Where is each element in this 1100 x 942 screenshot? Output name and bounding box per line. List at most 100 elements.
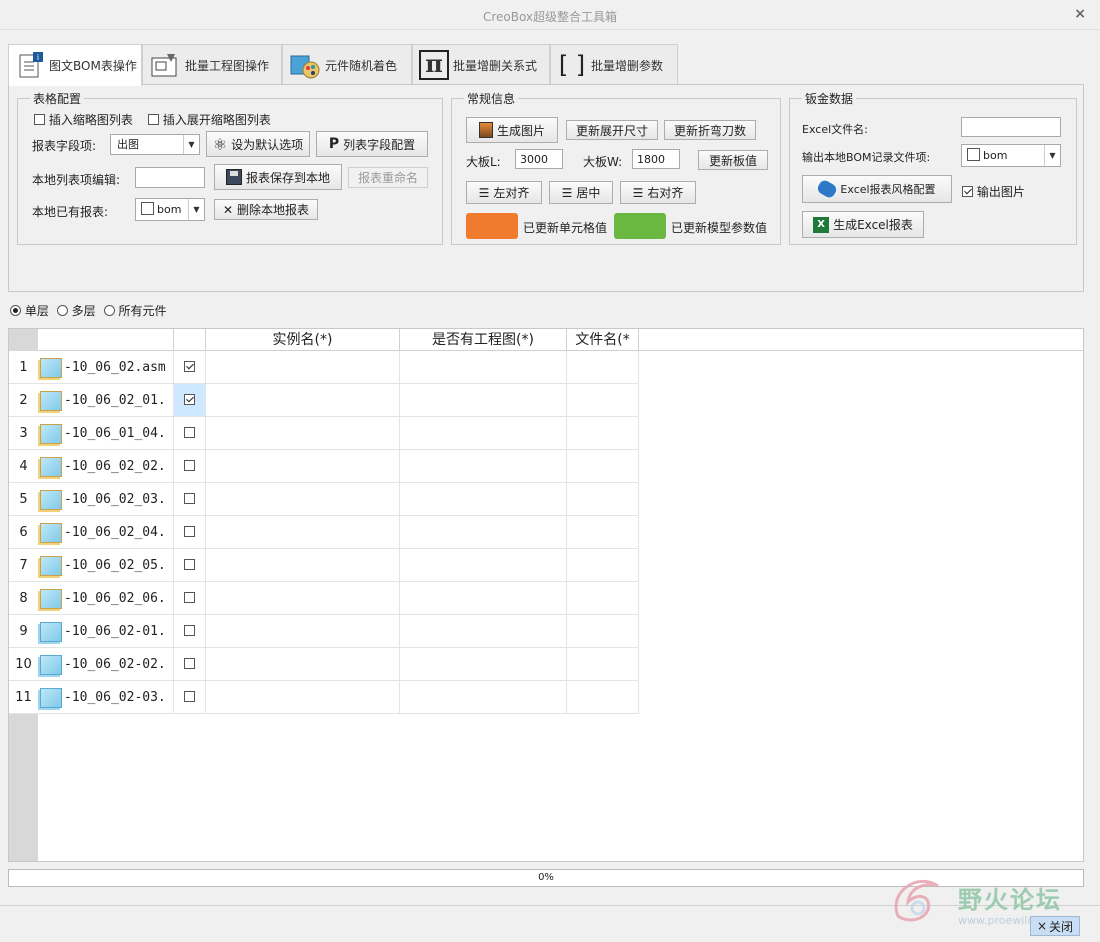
- filename-cell[interactable]: [567, 549, 639, 582]
- drawing-checkbox-cell[interactable]: [174, 615, 206, 648]
- table-row[interactable]: -10_06_02_06.: [38, 582, 174, 615]
- board-l-input[interactable]: 3000: [515, 149, 563, 169]
- tab-bom[interactable]: i 图文BOM表操作: [8, 44, 142, 86]
- checkbox[interactable]: [184, 526, 195, 537]
- drawing-checkbox-cell[interactable]: [174, 681, 206, 714]
- row-number[interactable]: 2: [9, 384, 38, 417]
- insert-thumb-checkbox[interactable]: 插入缩略图列表: [34, 111, 133, 128]
- checkbox-box[interactable]: [962, 186, 973, 197]
- radio-multi[interactable]: 多层: [56, 302, 96, 319]
- checkbox[interactable]: [184, 691, 195, 702]
- drawing-checkbox-cell[interactable]: [174, 516, 206, 549]
- align-left-button[interactable]: ☰ 左对齐: [466, 181, 542, 204]
- column-header-has-drawing[interactable]: 是否有工程图(*): [400, 329, 567, 351]
- radio-single[interactable]: 单层: [10, 302, 49, 319]
- row-number[interactable]: 4: [9, 450, 38, 483]
- align-right-button[interactable]: ☰ 右对齐: [620, 181, 696, 204]
- set-default-button[interactable]: ⚛ 设为默认选项: [206, 131, 310, 157]
- row-number[interactable]: 7: [9, 549, 38, 582]
- has-drawing-cell[interactable]: [400, 351, 567, 384]
- table-row[interactable]: -10_06_02_05.: [38, 549, 174, 582]
- has-drawing-cell[interactable]: [400, 681, 567, 714]
- update-bend-button[interactable]: 更新折弯刀数: [664, 120, 756, 140]
- instance-cell[interactable]: [206, 516, 400, 549]
- local-edit-input[interactable]: [135, 167, 205, 188]
- filename-cell[interactable]: [567, 582, 639, 615]
- checkbox[interactable]: [184, 394, 195, 405]
- instance-cell[interactable]: [206, 351, 400, 384]
- field-config-button[interactable]: P 列表字段配置: [316, 131, 428, 157]
- align-center-button[interactable]: ☰ 居中: [549, 181, 613, 204]
- filename-cell[interactable]: [567, 516, 639, 549]
- drawing-checkbox-cell[interactable]: [174, 483, 206, 516]
- checkbox[interactable]: [184, 658, 195, 669]
- checkbox[interactable]: [184, 493, 195, 504]
- row-number[interactable]: 6: [9, 516, 38, 549]
- drawing-checkbox-cell[interactable]: [174, 549, 206, 582]
- table-row[interactable]: -10_06_01_04.: [38, 417, 174, 450]
- close-icon[interactable]: ×: [1074, 6, 1086, 22]
- table-row[interactable]: -10_06_02-01.: [38, 615, 174, 648]
- instance-cell[interactable]: [206, 615, 400, 648]
- column-header-instance[interactable]: 实例名(*): [206, 329, 400, 351]
- has-drawing-cell[interactable]: [400, 582, 567, 615]
- row-number[interactable]: 3: [9, 417, 38, 450]
- chevron-down-icon[interactable]: ▼: [1044, 145, 1060, 166]
- tab-relations[interactable]: π 批量增删关系式: [412, 44, 550, 85]
- instance-cell[interactable]: [206, 681, 400, 714]
- gen-excel-button[interactable]: X 生成Excel报表: [802, 211, 924, 238]
- filename-cell[interactable]: [567, 450, 639, 483]
- rename-button[interactable]: 报表重命名: [348, 167, 428, 188]
- drawing-checkbox-cell[interactable]: [174, 417, 206, 450]
- instance-cell[interactable]: [206, 384, 400, 417]
- close-button[interactable]: × 关闭: [1030, 916, 1080, 936]
- save-local-button[interactable]: 报表保存到本地: [214, 164, 342, 190]
- row-number[interactable]: 1: [9, 351, 38, 384]
- drawing-checkbox-cell[interactable]: [174, 351, 206, 384]
- row-number[interactable]: 8: [9, 582, 38, 615]
- output-bom-select[interactable]: bom ▼: [961, 144, 1061, 167]
- checkbox[interactable]: [184, 361, 195, 372]
- existing-select[interactable]: bom ▼: [135, 198, 205, 221]
- has-drawing-cell[interactable]: [400, 615, 567, 648]
- table-row[interactable]: -10_06_02_01.: [38, 384, 174, 417]
- filename-cell[interactable]: [567, 417, 639, 450]
- has-drawing-cell[interactable]: [400, 450, 567, 483]
- checkbox-box[interactable]: [34, 114, 45, 125]
- gen-image-button[interactable]: 生成图片: [466, 117, 558, 143]
- row-number[interactable]: 5: [9, 483, 38, 516]
- instance-cell[interactable]: [206, 483, 400, 516]
- delete-local-button[interactable]: ✕ 删除本地报表: [214, 199, 318, 220]
- update-unfold-button[interactable]: 更新展开尺寸: [566, 120, 658, 140]
- column-header-filename[interactable]: 文件名(*: [567, 329, 639, 351]
- drawing-checkbox-cell[interactable]: [174, 384, 206, 417]
- radio-all[interactable]: 所有元件: [103, 302, 167, 319]
- has-drawing-cell[interactable]: [400, 483, 567, 516]
- table-row[interactable]: -10_06_02_02.: [38, 450, 174, 483]
- row-number[interactable]: 10: [9, 648, 38, 681]
- field-select[interactable]: 出图 ▼: [110, 134, 200, 155]
- table-row[interactable]: -10_06_02-02.: [38, 648, 174, 681]
- tab-drawing[interactable]: 批量工程图操作: [142, 44, 282, 85]
- table-row[interactable]: -10_06_02-03.: [38, 681, 174, 714]
- drawing-checkbox-cell[interactable]: [174, 582, 206, 615]
- row-number[interactable]: 11: [9, 681, 38, 714]
- chevron-down-icon[interactable]: ▼: [188, 199, 204, 220]
- tab-color[interactable]: 元件随机着色: [282, 44, 412, 85]
- filename-cell[interactable]: [567, 615, 639, 648]
- table-row[interactable]: -10_06_02.asm: [38, 351, 174, 384]
- filename-cell[interactable]: [567, 351, 639, 384]
- drawing-checkbox-cell[interactable]: [174, 648, 206, 681]
- checkbox[interactable]: [184, 559, 195, 570]
- filename-cell[interactable]: [567, 483, 639, 516]
- filename-cell[interactable]: [567, 384, 639, 417]
- row-number[interactable]: 9: [9, 615, 38, 648]
- update-board-button[interactable]: 更新板值: [698, 150, 768, 170]
- insert-expanded-checkbox[interactable]: 插入展开缩略图列表: [148, 111, 271, 128]
- chevron-down-icon[interactable]: ▼: [183, 135, 199, 154]
- instance-cell[interactable]: [206, 582, 400, 615]
- checkbox[interactable]: [184, 625, 195, 636]
- tab-params[interactable]: [ ] 批量增删参数: [550, 44, 678, 85]
- column-header-check[interactable]: [174, 329, 206, 351]
- has-drawing-cell[interactable]: [400, 417, 567, 450]
